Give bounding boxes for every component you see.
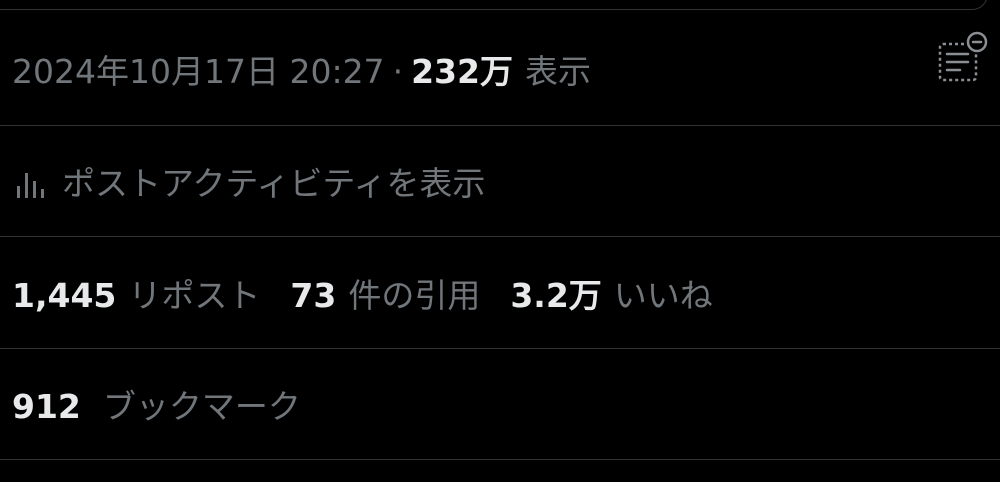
engagement-stats-row: 1,445 リポスト 73 件の引用 3.2万 いいね (0, 276, 1000, 316)
quoted-post-card-edge[interactable] (0, 0, 988, 10)
reposts-label: リポスト (128, 276, 261, 315)
meta-separator: · (392, 52, 404, 91)
divider (0, 459, 1000, 460)
post-analytics-button[interactable] (934, 30, 992, 88)
divider (0, 236, 1000, 237)
bookmarks-stat: 912 ブックマーク (0, 387, 1000, 427)
views-count: 232万 (411, 52, 513, 91)
divider (0, 125, 1000, 126)
analytics-icon (938, 31, 988, 82)
quotes-count: 73 (290, 276, 337, 315)
bookmarks-count: 912 (12, 387, 81, 426)
likes-stat[interactable]: 3.2万 いいね (510, 276, 712, 316)
divider (0, 348, 1000, 349)
likes-count: 3.2万 (510, 276, 602, 315)
post-timestamp[interactable]: 2024年10月17日 20:27 (12, 52, 385, 92)
bookmarks-label: ブックマーク (102, 387, 301, 426)
views-label: 表示 (524, 52, 591, 91)
reposts-count: 1,445 (12, 276, 117, 315)
bar-chart-icon (17, 173, 44, 198)
quotes-label: 件の引用 (348, 276, 481, 315)
view-post-activity-label: ポストアクティビティを表示 (62, 164, 486, 203)
quotes-stat[interactable]: 73 件の引用 (290, 276, 480, 316)
reposts-stat[interactable]: 1,445 リポスト (12, 276, 260, 316)
view-post-activity-link[interactable]: ポストアクティビティを表示 (0, 164, 1000, 204)
likes-label: いいね (613, 276, 713, 315)
post-meta-row: 2024年10月17日 20:27 · 232万 表示 (0, 52, 1000, 92)
